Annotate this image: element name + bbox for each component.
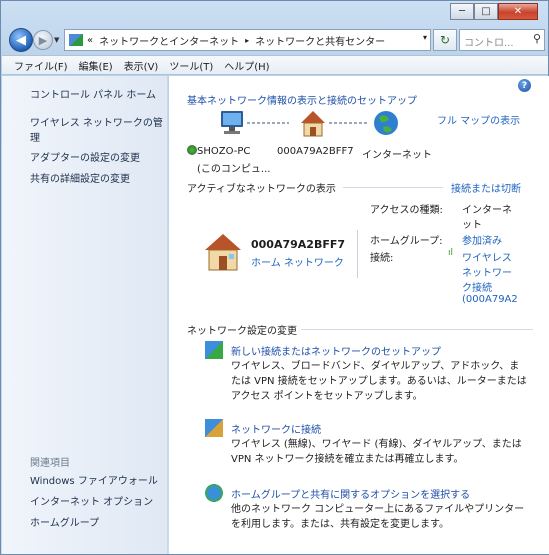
connection-value-link[interactable]: ワイヤレス bbox=[462, 249, 512, 264]
menu-edit[interactable]: 編集(E) bbox=[79, 58, 113, 73]
sidebar-item-manage-wireless-cont[interactable]: 理 bbox=[30, 131, 40, 146]
new-connection-desc-1: ワイヤレス、ブロードバンド、ダイヤルアップ、アドホック、ま bbox=[231, 361, 520, 372]
home-network-large-icon bbox=[205, 234, 241, 271]
computer-icon bbox=[221, 111, 243, 134]
active-network-title: アクティブなネットワークの表示 bbox=[187, 184, 336, 195]
homegroup-label: ホームグループ: bbox=[370, 236, 443, 247]
refresh-icon[interactable]: ↻ bbox=[433, 29, 457, 51]
sidebar-item-firewall[interactable]: Windows ファイアウォール bbox=[30, 474, 158, 489]
signal-bars-icon: ıl bbox=[448, 248, 454, 258]
sidebar-item-homegroup[interactable]: ホームグループ bbox=[30, 516, 99, 531]
full-map-link[interactable]: フル マップの表示 bbox=[437, 112, 520, 127]
connect-network-icon bbox=[205, 419, 223, 437]
sidebar-item-advanced-sharing[interactable]: 共有の詳細設定の変更 bbox=[30, 172, 130, 187]
access-type-value-cont: ット bbox=[462, 220, 482, 231]
homegroup-value-link[interactable]: 参加済み bbox=[462, 232, 502, 247]
sidebar: コントロール パネル ホーム ワイヤレス ネットワークの管 理 アダプターの設定… bbox=[2, 76, 168, 554]
window-frame: ─ □ ✕ ◀ ▶ ▼ « ネットワークとインターネット ▸ ネットワークと共有… bbox=[0, 0, 549, 555]
vertical-divider bbox=[357, 230, 358, 278]
connect-network-desc-2: VPN ネットワーク接続を確立または再確立します。 bbox=[231, 454, 464, 465]
recent-pages-dropdown[interactable]: ▼ bbox=[54, 36, 59, 44]
search-placeholder: コントロ... bbox=[464, 38, 514, 49]
new-connection-link[interactable]: 新しい接続またはネットワークのセットアップ bbox=[231, 343, 441, 358]
internet-globe-icon bbox=[374, 111, 398, 135]
pc-network-small-icon bbox=[187, 145, 197, 155]
homegroup-desc-1: 他のネットワーク コンピューター上にあるファイルやプリンター bbox=[231, 504, 525, 515]
breadcrumb-network-internet[interactable]: ネットワークとインターネット bbox=[99, 33, 239, 48]
new-connection-icon bbox=[205, 341, 223, 359]
node-internet-label: インターネット bbox=[362, 150, 432, 161]
search-icon[interactable]: ⚲ bbox=[533, 32, 541, 45]
help-icon[interactable]: ? bbox=[518, 79, 531, 92]
home-network-icon bbox=[301, 111, 325, 137]
address-dropdown-icon[interactable]: ▾ bbox=[423, 33, 427, 42]
sidebar-item-internet-options[interactable]: インターネット オプション bbox=[30, 495, 153, 510]
connection-label: 接続: bbox=[370, 253, 394, 264]
related-title: 関連項目 bbox=[30, 458, 70, 469]
main-panel: ? 基本ネットワーク情報の表示と接続のセットアップ フル マップの表示 SHOZ… bbox=[169, 76, 549, 554]
menu-help[interactable]: ヘルプ(H) bbox=[224, 58, 269, 73]
menu-bar: ファイル(F) 編集(E) 表示(V) ツール(T) ヘルプ(H) bbox=[2, 55, 548, 75]
close-button[interactable]: ✕ bbox=[498, 3, 538, 20]
connection-value-link-4[interactable]: (000A79A2E bbox=[462, 294, 518, 305]
network-name: 000A79A2BFF7 bbox=[251, 238, 346, 251]
node-pc-sublabel: (このコンピュ... bbox=[197, 164, 271, 175]
map-title: 基本ネットワーク情報の表示と接続のセットアップ bbox=[187, 96, 417, 107]
back-button[interactable]: ◀ bbox=[9, 28, 33, 52]
sidebar-item-manage-wireless[interactable]: ワイヤレス ネットワークの管 bbox=[30, 116, 163, 131]
menu-file[interactable]: ファイル(F) bbox=[14, 58, 68, 73]
breadcrumb-separator[interactable]: ▸ bbox=[245, 36, 249, 45]
divider bbox=[301, 329, 533, 330]
new-connection-desc-2: たは VPN 接続をセットアップします。あるいは、ルーターまたは bbox=[231, 376, 527, 387]
node-network-label: 000A79A2BFF7 bbox=[277, 146, 354, 157]
homegroup-desc-2: を利用します。または、共有設定を変更します。 bbox=[231, 519, 449, 530]
node-pc-label: SHOZO-PC bbox=[197, 146, 251, 157]
control-panel-icon bbox=[69, 34, 83, 46]
menu-tools[interactable]: ツール(T) bbox=[169, 58, 213, 73]
settings-title: ネットワーク設定の変更 bbox=[187, 326, 297, 337]
connect-network-desc-1: ワイヤレス (無線)、ワイヤード (有線)、ダイヤルアップ、または bbox=[231, 439, 522, 450]
homegroup-options-link[interactable]: ホームグループと共有に関するオプションを選択する bbox=[231, 486, 470, 501]
forward-button[interactable]: ▶ bbox=[33, 30, 53, 50]
breadcrumb-overflow[interactable]: « bbox=[87, 35, 93, 46]
network-map bbox=[221, 111, 398, 137]
access-type-value: インターネ bbox=[462, 205, 512, 216]
sidebar-item-control-panel-home[interactable]: コントロール パネル ホーム bbox=[30, 88, 156, 103]
address-bar[interactable]: « ネットワークとインターネット ▸ ネットワークと共有センター ▾ bbox=[64, 29, 431, 51]
homegroup-icon bbox=[205, 484, 223, 502]
search-input[interactable]: コントロ... ⚲ bbox=[459, 29, 545, 51]
new-connection-desc-3: アクセス ポイントをセットアップします。 bbox=[231, 391, 423, 402]
access-type-label: アクセスの種類: bbox=[370, 205, 443, 216]
minimize-button[interactable]: ─ bbox=[450, 3, 474, 20]
menu-view[interactable]: 表示(V) bbox=[124, 58, 159, 73]
divider bbox=[343, 187, 443, 188]
connect-disconnect-link[interactable]: 接続または切断 bbox=[451, 180, 521, 195]
connect-network-link[interactable]: ネットワークに接続 bbox=[231, 421, 321, 436]
navigation-bar: ◀ ▶ ▼ « ネットワークとインターネット ▸ ネットワークと共有センター ▾… bbox=[7, 28, 545, 54]
network-type-link[interactable]: ホーム ネットワーク bbox=[251, 254, 344, 269]
maximize-button[interactable]: □ bbox=[474, 3, 498, 20]
connection-value-link-3[interactable]: ク接続 bbox=[462, 279, 492, 294]
breadcrumb-sharing-center[interactable]: ネットワークと共有センター bbox=[255, 33, 385, 48]
sidebar-item-adapter-settings[interactable]: アダプターの設定の変更 bbox=[30, 151, 140, 166]
window-controls: ─ □ ✕ bbox=[450, 3, 538, 20]
connection-value-link-2[interactable]: ネットワー bbox=[462, 264, 512, 279]
